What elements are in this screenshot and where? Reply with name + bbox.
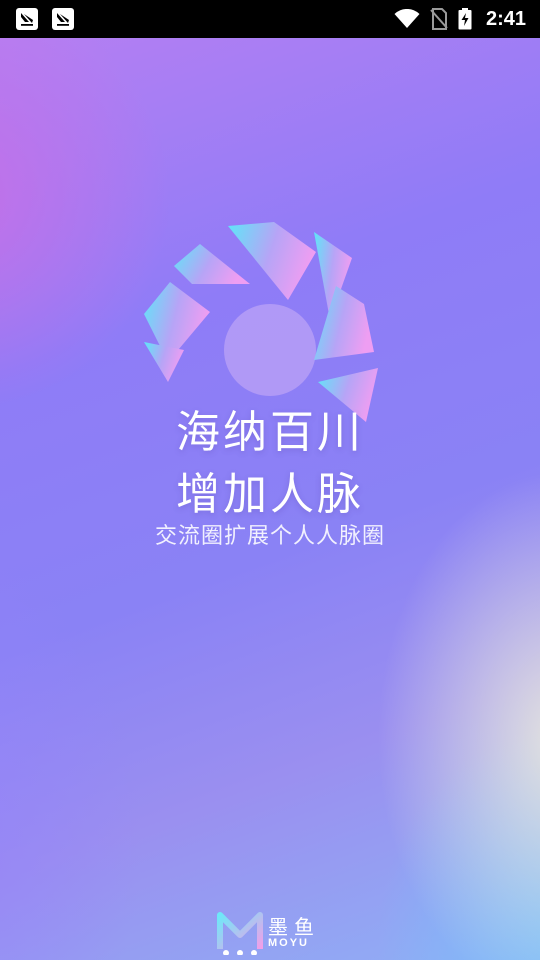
status-time: 2:41 bbox=[485, 7, 526, 30]
headline-line2: 增加人脉 bbox=[176, 469, 364, 520]
brand-m-icon bbox=[217, 912, 263, 955]
splash-screen: 海纳百川 增加人脉 交流圈扩展个人人脉圈 墨鱼 MOYU bbox=[0, 38, 540, 960]
no-sim-icon bbox=[430, 8, 448, 30]
headline-line1: 海纳百川 bbox=[176, 407, 364, 458]
wifi-icon bbox=[394, 9, 420, 28]
brand-name: 墨鱼 bbox=[268, 915, 320, 939]
notification-icon bbox=[16, 8, 38, 30]
brand-logo: 墨鱼 MOYU bbox=[216, 907, 336, 957]
notification-icon bbox=[52, 8, 74, 30]
status-bar: 2:41 bbox=[0, 0, 540, 38]
battery-charging-icon bbox=[458, 8, 472, 30]
brand-sub: MOYU bbox=[268, 937, 309, 949]
subline-text: 交流圈扩展个人人脉圈 bbox=[154, 524, 385, 549]
